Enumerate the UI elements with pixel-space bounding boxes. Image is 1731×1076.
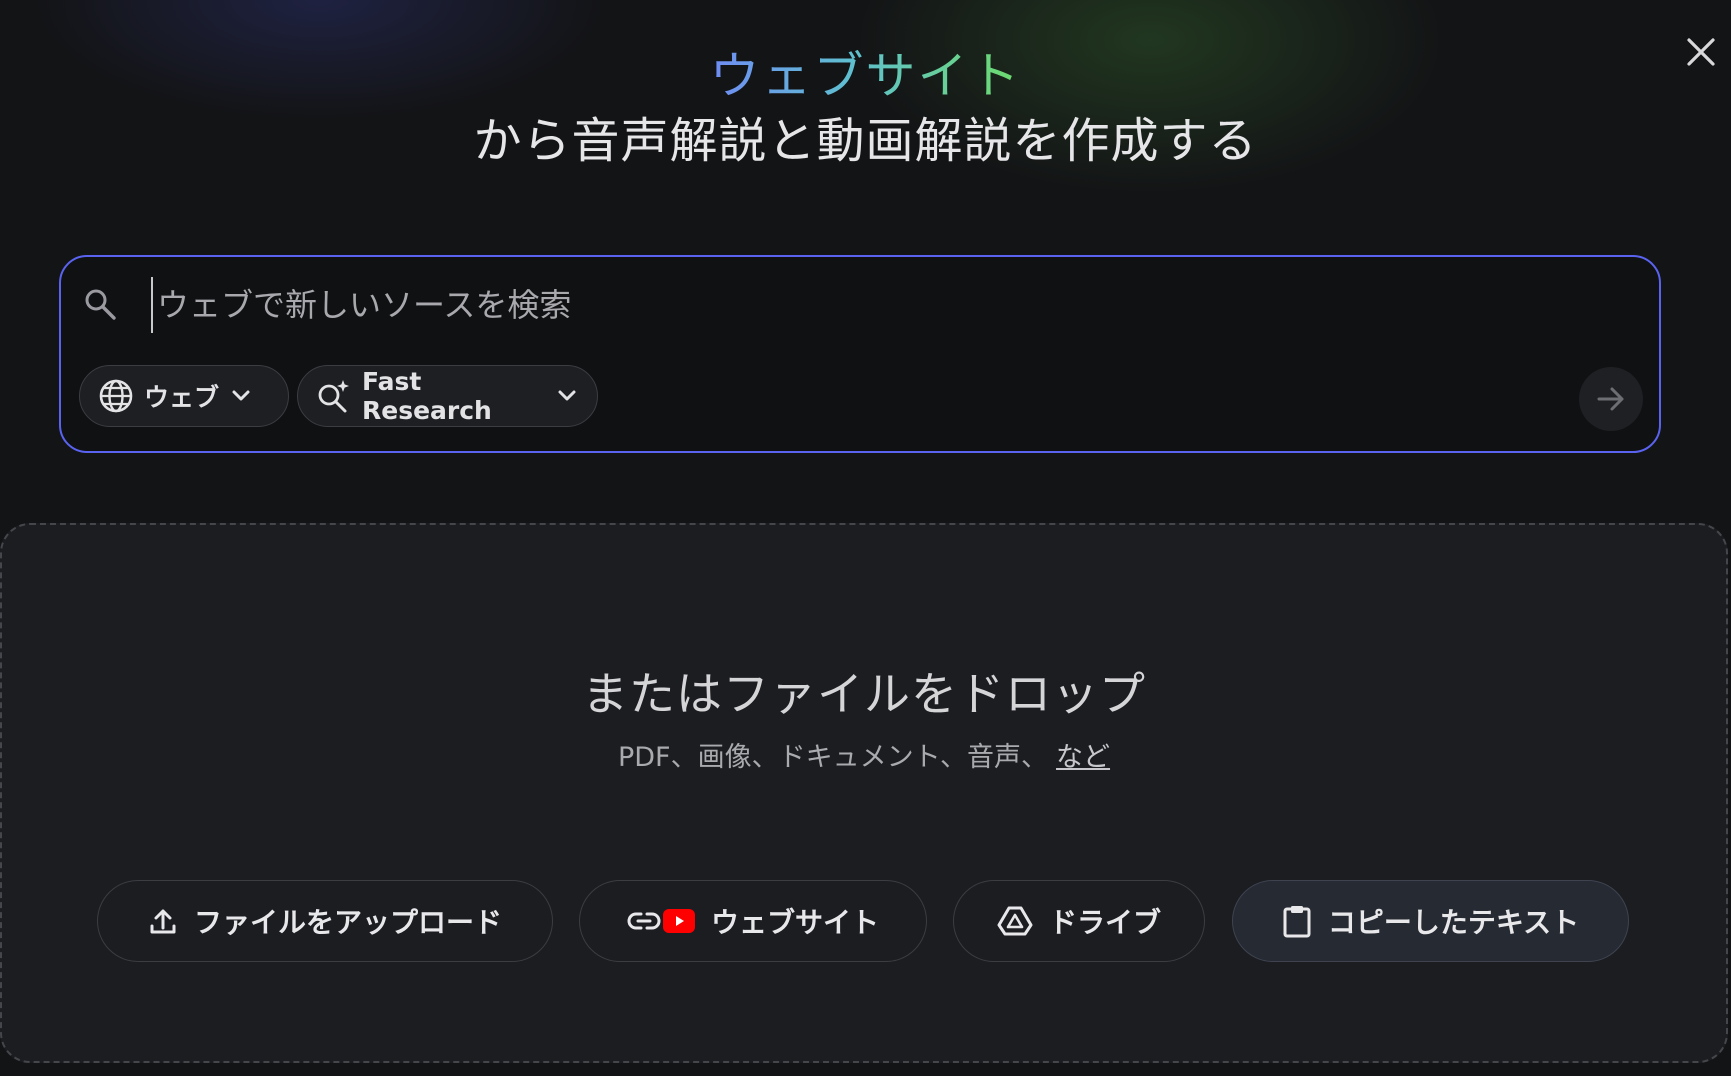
clipboard-icon	[1283, 906, 1311, 938]
chevron-down-icon	[558, 390, 576, 401]
search-submit-button[interactable]	[1579, 367, 1643, 431]
drive-source-button[interactable]: ドライブ	[953, 880, 1205, 962]
upload-icon	[150, 909, 176, 934]
upload-file-button[interactable]: ファイルをアップロード	[97, 880, 553, 962]
web-search-input[interactable]	[151, 277, 1557, 333]
drive-source-label: ドライブ	[1048, 906, 1161, 939]
link-icon	[627, 912, 661, 930]
sparkle-search-icon	[318, 380, 349, 413]
search-icon	[85, 289, 116, 320]
source-type-label: ウェブ	[144, 383, 220, 412]
youtube-icon	[662, 909, 695, 933]
drop-zone-subtitle: PDF、画像、ドキュメント、音声、 など	[2, 740, 1726, 776]
website-source-button[interactable]: ウェブサイト	[579, 880, 927, 962]
arrow-right-icon	[1597, 387, 1624, 411]
research-mode-dropdown[interactable]: Fast Research	[297, 365, 598, 427]
upload-file-label: ファイルをアップロード	[193, 906, 502, 939]
add-source-dialog: ウェブサイト から音声解説と動画解説を作成する ウェブで新しいソースを検索 ウェ…	[0, 0, 1731, 1076]
website-source-label: ウェブサイト	[710, 906, 879, 939]
globe-icon	[99, 379, 133, 413]
drive-icon	[997, 906, 1033, 936]
drop-zone-title: またはファイルをドロップ	[582, 667, 1146, 721]
supported-types-text: PDF、画像、ドキュメント、音声、	[617, 742, 1049, 773]
chevron-down-icon	[232, 390, 250, 401]
web-search-box: ウェブ Fast Research	[59, 255, 1661, 453]
dialog-headline: ウェブサイト から音声解説と動画解説を作成する	[0, 44, 1731, 172]
file-drop-zone[interactable]: またはファイルをドロップ PDF、画像、ドキュメント、音声、 など ファイルをアッ…	[0, 523, 1728, 1063]
copied-text-label: コピーしたテキスト	[1327, 906, 1580, 939]
headline-accent: ウェブサイト	[710, 44, 1022, 108]
copied-text-button[interactable]: コピーしたテキスト	[1232, 880, 1629, 962]
headline-main: から音声解説と動画解説を作成する	[473, 113, 1258, 169]
more-types-link[interactable]: など	[1056, 742, 1110, 773]
research-mode-label: Fast Research	[362, 367, 492, 425]
source-type-dropdown[interactable]: ウェブ	[79, 365, 289, 427]
